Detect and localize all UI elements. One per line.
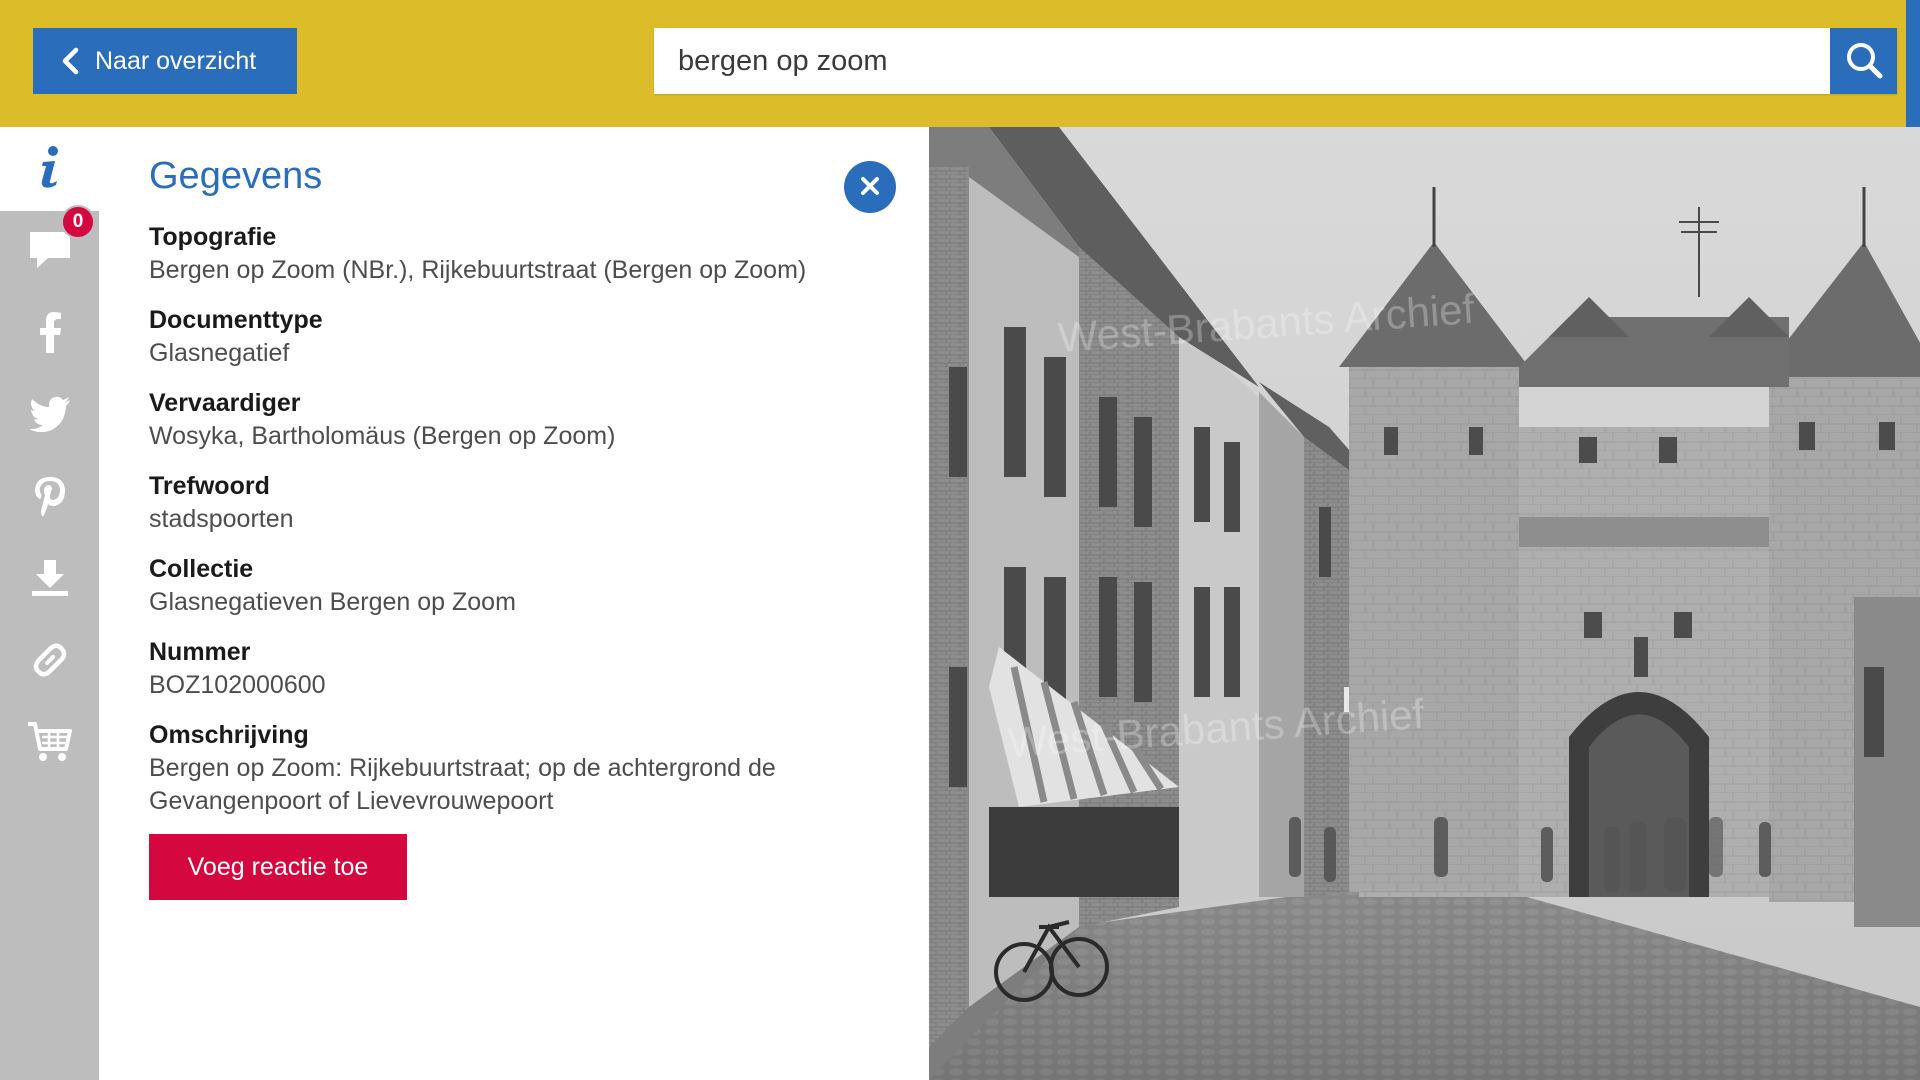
- copy-link-button[interactable]: [0, 621, 99, 703]
- metadata-list: Topografie Bergen op Zoom (NBr.), Rijkeb…: [149, 221, 869, 835]
- back-to-overview-button[interactable]: Naar overzicht: [33, 28, 297, 94]
- close-panel-button[interactable]: [844, 161, 896, 213]
- shopping-cart-button[interactable]: [0, 703, 99, 785]
- share-twitter-button[interactable]: [0, 375, 99, 457]
- link-icon: [30, 640, 70, 685]
- field-label: Nummer: [149, 638, 251, 666]
- search-input[interactable]: [654, 28, 1830, 94]
- download-button[interactable]: [0, 539, 99, 621]
- share-facebook-button[interactable]: [0, 293, 99, 375]
- field-label: Topografie: [149, 223, 277, 251]
- field-topografie: Topografie Bergen op Zoom (NBr.), Rijkeb…: [149, 221, 869, 287]
- pinterest-icon: [32, 475, 68, 522]
- action-rail: 0: [0, 127, 99, 1080]
- close-icon: [860, 176, 880, 199]
- info-tab[interactable]: [0, 127, 99, 211]
- cart-icon: [27, 721, 73, 768]
- field-label: Collectie: [149, 555, 254, 583]
- twitter-icon: [28, 396, 71, 437]
- field-collectie: Collectie Glasnegatieven Bergen op Zoom: [149, 553, 869, 619]
- facebook-icon: [37, 311, 63, 358]
- download-icon: [30, 558, 70, 603]
- share-pinterest-button[interactable]: [0, 457, 99, 539]
- field-value: stadspoorten: [149, 505, 294, 533]
- info-icon: [35, 145, 65, 194]
- comment-count-badge: 0: [61, 205, 95, 239]
- panel-title: Gegevens: [149, 155, 323, 197]
- field-label: Trefwoord: [149, 472, 270, 500]
- search-button[interactable]: [1830, 28, 1897, 94]
- field-value: Bergen op Zoom (NBr.), Rijkebuurtstraat …: [149, 256, 807, 284]
- back-button-label: Naar overzicht: [95, 46, 257, 75]
- field-value: Wosyka, Bartholomäus (Bergen op Zoom): [149, 422, 616, 450]
- field-value: Bergen op Zoom: Rijkebuurtstraat; op de …: [149, 754, 776, 815]
- field-value: Glasnegatief: [149, 339, 290, 367]
- archive-photo: West-Brabants Archief West-Brabants Arch…: [929, 127, 1920, 1080]
- search-icon: [1844, 40, 1884, 83]
- chevron-left-icon: [59, 47, 81, 75]
- details-panel: Gegevens Topografie Bergen op Zoom (NBr.…: [99, 127, 929, 1080]
- add-reaction-button[interactable]: Voeg reactie toe: [149, 834, 407, 900]
- field-label: Vervaardiger: [149, 389, 301, 417]
- field-documenttype: Documenttype Glasnegatief: [149, 304, 869, 370]
- field-value: Glasnegatieven Bergen op Zoom: [149, 588, 516, 616]
- field-label: Omschrijving: [149, 721, 309, 749]
- field-label: Documenttype: [149, 306, 323, 334]
- field-omschrijving: Omschrijving Bergen op Zoom: Rijkebuurts…: [149, 719, 869, 818]
- street-scene-image: West-Brabants Archief West-Brabants Arch…: [929, 127, 1920, 1080]
- field-value: BOZ102000600: [149, 671, 326, 699]
- field-trefwoord: Trefwoord stadspoorten: [149, 470, 869, 536]
- top-bar: Naar overzicht: [0, 0, 1920, 127]
- field-nummer: Nummer BOZ102000600: [149, 636, 869, 702]
- search-bar: [654, 28, 1897, 94]
- header-edge-strip: [1906, 0, 1920, 127]
- field-vervaardiger: Vervaardiger Wosyka, Bartholomäus (Berge…: [149, 387, 869, 453]
